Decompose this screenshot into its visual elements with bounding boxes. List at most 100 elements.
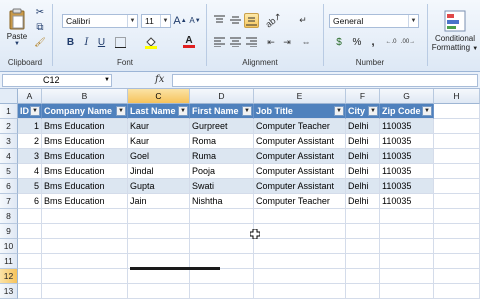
insert-function-button[interactable]: fx: [155, 74, 164, 85]
empty-cell[interactable]: [434, 254, 480, 269]
empty-cell[interactable]: [18, 284, 42, 299]
empty-cell[interactable]: [380, 239, 434, 254]
table-cell[interactable]: Computer Assistant: [254, 149, 346, 164]
chevron-down-icon[interactable]: ▼: [160, 15, 170, 27]
table-cell[interactable]: 3: [18, 149, 42, 164]
table-cell[interactable]: Delhi: [346, 119, 380, 134]
empty-cell[interactable]: [434, 104, 480, 119]
table-header-cell[interactable]: Job Title: [254, 104, 346, 119]
column-header-d[interactable]: D: [190, 89, 254, 104]
table-cell[interactable]: Jindal: [128, 164, 190, 179]
comma-button[interactable]: ,: [367, 35, 379, 49]
italic-button[interactable]: I: [80, 35, 93, 49]
table-cell[interactable]: Bms Education: [42, 194, 128, 209]
decrease-indent-button[interactable]: ⇤: [264, 35, 278, 49]
format-painter-button[interactable]: 🖌: [33, 36, 47, 48]
table-cell[interactable]: 110035: [380, 149, 434, 164]
orientation-button[interactable]: ab↗: [264, 10, 284, 29]
empty-cell[interactable]: [434, 179, 480, 194]
conditional-formatting-button[interactable]: Conditional Formatting ▼: [430, 4, 480, 58]
table-cell[interactable]: Computer Assistant: [254, 179, 346, 194]
align-bottom-button[interactable]: [244, 13, 259, 28]
align-center-button[interactable]: [228, 35, 242, 49]
fill-color-button[interactable]: [142, 35, 160, 49]
table-cell[interactable]: Nishtha: [190, 194, 254, 209]
row-header-6[interactable]: 6: [0, 179, 18, 194]
percent-button[interactable]: %: [350, 35, 364, 49]
filter-dropdown-icon[interactable]: ▼: [30, 106, 40, 116]
empty-cell[interactable]: [18, 254, 42, 269]
merge-center-button[interactable]: ⇔: [298, 35, 314, 49]
empty-cell[interactable]: [434, 224, 480, 239]
empty-cell[interactable]: [434, 149, 480, 164]
table-cell[interactable]: 2: [18, 134, 42, 149]
empty-cell[interactable]: [18, 269, 42, 284]
row-header-3[interactable]: 3: [0, 134, 18, 149]
empty-cell[interactable]: [346, 284, 380, 299]
table-cell[interactable]: Bms Education: [42, 164, 128, 179]
empty-cell[interactable]: [434, 239, 480, 254]
table-cell[interactable]: 5: [18, 179, 42, 194]
empty-cell[interactable]: [380, 209, 434, 224]
number-format-select[interactable]: General ▼: [329, 14, 419, 28]
table-cell[interactable]: Bms Education: [42, 134, 128, 149]
font-color-button[interactable]: A: [180, 35, 198, 49]
increase-indent-button[interactable]: ⇥: [280, 35, 294, 49]
name-box[interactable]: C12 ▼: [2, 74, 112, 87]
table-cell[interactable]: Gurpreet: [190, 119, 254, 134]
row-header-13[interactable]: 13: [0, 284, 18, 299]
empty-cell[interactable]: [42, 254, 128, 269]
table-cell[interactable]: Ruma: [190, 149, 254, 164]
empty-cell[interactable]: [18, 239, 42, 254]
row-header-12[interactable]: 12: [0, 269, 18, 284]
filter-dropdown-icon[interactable]: ▼: [178, 106, 188, 116]
empty-cell[interactable]: [434, 284, 480, 299]
filter-dropdown-icon[interactable]: ▼: [368, 106, 378, 116]
empty-cell[interactable]: [254, 284, 346, 299]
table-cell[interactable]: 4: [18, 164, 42, 179]
table-cell[interactable]: 6: [18, 194, 42, 209]
empty-cell[interactable]: [254, 209, 346, 224]
empty-cell[interactable]: [128, 239, 190, 254]
column-header-b[interactable]: B: [42, 89, 128, 104]
table-cell[interactable]: Delhi: [346, 164, 380, 179]
filter-dropdown-icon[interactable]: ▼: [116, 106, 126, 116]
empty-cell[interactable]: [434, 134, 480, 149]
empty-cell[interactable]: [346, 224, 380, 239]
table-cell[interactable]: 110035: [380, 164, 434, 179]
select-all-corner[interactable]: [0, 89, 18, 104]
empty-cell[interactable]: [380, 254, 434, 269]
decrease-decimal-button[interactable]: .00→: [401, 35, 415, 49]
empty-cell[interactable]: [190, 224, 254, 239]
font-name-select[interactable]: Calibri ▼: [62, 14, 138, 28]
empty-cell[interactable]: [128, 284, 190, 299]
table-cell[interactable]: Gupta: [128, 179, 190, 194]
borders-button[interactable]: [112, 35, 128, 49]
empty-cell[interactable]: [254, 254, 346, 269]
table-cell[interactable]: 110035: [380, 119, 434, 134]
increase-decimal-button[interactable]: ←.0: [384, 35, 398, 49]
empty-cell[interactable]: [42, 269, 128, 284]
grow-font-button[interactable]: A ▲: [173, 13, 186, 28]
row-header-8[interactable]: 8: [0, 209, 18, 224]
table-cell[interactable]: Computer Assistant: [254, 134, 346, 149]
table-cell[interactable]: Delhi: [346, 179, 380, 194]
table-cell[interactable]: Swati: [190, 179, 254, 194]
column-header-g[interactable]: G: [380, 89, 434, 104]
worksheet-grid[interactable]: A B C D E F G H 1 ID ▼ Company Name ▼ Last Name ▼ First…: [0, 89, 480, 299]
table-cell[interactable]: Roma: [190, 134, 254, 149]
table-cell[interactable]: Delhi: [346, 134, 380, 149]
row-header-5[interactable]: 5: [0, 164, 18, 179]
column-header-c[interactable]: C: [128, 89, 190, 104]
table-cell[interactable]: Computer Teacher: [254, 119, 346, 134]
empty-cell[interactable]: [254, 269, 346, 284]
table-cell[interactable]: Bms Education: [42, 179, 128, 194]
table-cell[interactable]: 110035: [380, 194, 434, 209]
empty-cell[interactable]: [346, 239, 380, 254]
align-top-button[interactable]: [212, 13, 226, 27]
table-cell[interactable]: 1: [18, 119, 42, 134]
empty-cell[interactable]: [380, 284, 434, 299]
chevron-down-icon[interactable]: ▼: [127, 15, 137, 27]
row-header-9[interactable]: 9: [0, 224, 18, 239]
table-cell[interactable]: Jain: [128, 194, 190, 209]
